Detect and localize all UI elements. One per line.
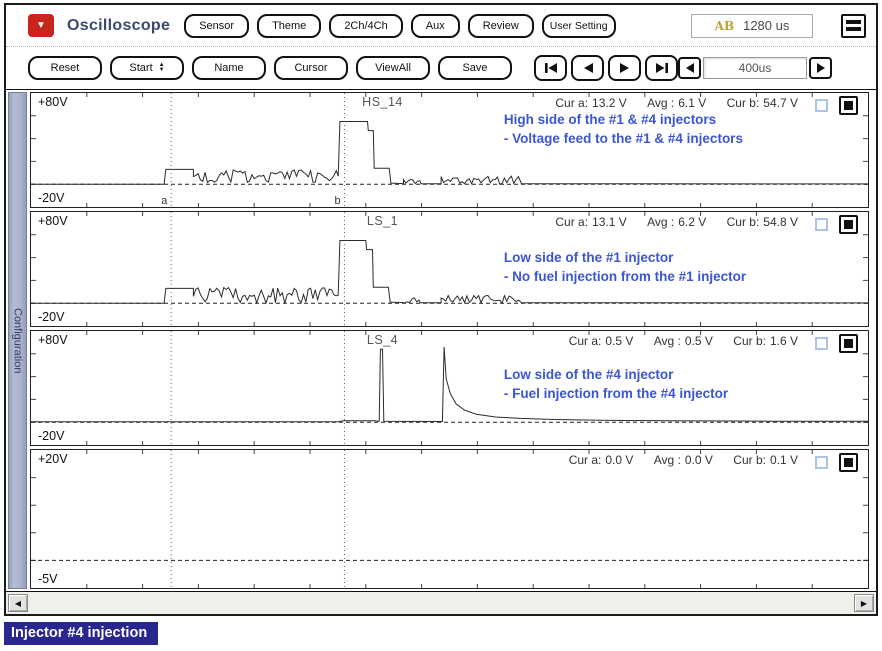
measurements: Cur a: 13.1 V Avg : 6.2 V Cur b:54.8 V: [555, 215, 798, 229]
channel-select-checkbox[interactable]: [815, 218, 828, 231]
voltage-max-label: +80V: [38, 214, 68, 228]
channel-panel-ls4: +80V -20V LS_4 Cur a:0.5 V Avg :0.5 V Cu…: [30, 330, 869, 446]
configuration-label: Configuration: [12, 308, 24, 373]
channel-select-checkbox[interactable]: [815, 337, 828, 350]
timebase-selector: 400us: [678, 57, 832, 79]
voltage-min-label: -20V: [38, 191, 64, 205]
save-button[interactable]: Save: [438, 56, 512, 80]
avg-value: 6.1 V: [678, 96, 706, 110]
svg-text:b: b: [334, 195, 340, 207]
cur-b-value: 0.1 V: [770, 453, 798, 467]
skip-to-start-button[interactable]: [534, 55, 567, 81]
cur-a-label: Cur a:: [569, 453, 602, 467]
media-controls: [534, 55, 678, 81]
channel-stack: a b +80V -20V HS_14 Cur a: 13.2 V Avg : 6.1…: [30, 92, 869, 589]
skip-to-end-button[interactable]: [645, 55, 678, 81]
avg-value: 0.5 V: [685, 334, 713, 348]
channel-panel-hs14: a b +80V -20V HS_14 Cur a: 13.2 V Avg : 6.1…: [30, 92, 869, 208]
cur-b-label: Cur b:: [733, 453, 766, 467]
app-logo-icon[interactable]: ▼: [28, 14, 54, 37]
aux-button[interactable]: Aux: [411, 14, 460, 38]
start-button[interactable]: Start ▲▼: [110, 56, 184, 80]
channel-select-checkbox[interactable]: [815, 456, 828, 469]
toolbar: Reset Start ▲▼ Name Cursor ViewAll Save: [6, 47, 876, 89]
voltage-min-label: -20V: [38, 429, 64, 443]
avg-label: Avg :: [654, 334, 681, 348]
channel-mode-button[interactable]: 2Ch/4Ch: [329, 14, 402, 38]
avg-label: Avg :: [654, 453, 681, 467]
diagnostic-annotation: Low side of the #1 injector - No fuel in…: [504, 248, 746, 286]
channel-select-checkbox[interactable]: [815, 99, 828, 112]
signal-name: HS_14: [362, 95, 403, 109]
voltage-min-label: -20V: [38, 310, 64, 324]
status-badge: Injector #4 injection: [4, 622, 158, 645]
cur-a-value: 0.0 V: [605, 453, 633, 467]
menu-icon[interactable]: [841, 14, 866, 38]
diagnostic-annotation: Low side of the #4 injector - Fuel injec…: [504, 365, 728, 403]
voltage-max-label: +80V: [38, 95, 68, 109]
timebase-value: 400us: [703, 57, 807, 79]
cur-a-label: Cur a:: [569, 334, 602, 348]
cursor-time-display: AB 1280 us: [691, 14, 813, 38]
step-back-button[interactable]: [571, 55, 604, 81]
ab-cursor-icon: AB: [715, 19, 734, 33]
cur-a-value: 13.2 V: [592, 96, 627, 110]
cur-b-value: 54.8 V: [763, 215, 798, 229]
horizontal-scrollbar[interactable]: ◀ ▶: [6, 592, 876, 614]
cursor-time-value: 1280 us: [743, 18, 789, 33]
channel-panel-4: +20V -5V Cur a:0.0 V Avg :0.0 V Cur b:0.…: [30, 449, 869, 589]
app-title: Oscilloscope: [67, 17, 170, 35]
voltage-min-label: -5V: [38, 572, 57, 586]
cur-b-label: Cur b:: [733, 334, 766, 348]
cur-b-value: 54.7 V: [763, 96, 798, 110]
measurements: Cur a:0.5 V Avg :0.5 V Cur b:1.6 V: [569, 334, 798, 348]
step-forward-button[interactable]: [608, 55, 641, 81]
avg-label: Avg :: [647, 96, 674, 110]
channel-enable-button[interactable]: [839, 453, 858, 472]
timebase-decrease-button[interactable]: [678, 57, 701, 79]
diagnostic-annotation: High side of the #1 & #4 injectors - Vol…: [504, 110, 743, 148]
svg-text:a: a: [161, 195, 168, 207]
voltage-max-label: +80V: [38, 333, 68, 347]
review-button[interactable]: Review: [468, 14, 534, 38]
oscilloscope-window: ▼ Oscilloscope Sensor Theme 2Ch/4Ch Aux …: [4, 3, 878, 616]
signal-name: LS_4: [367, 333, 398, 347]
avg-label: Avg :: [647, 215, 674, 229]
reset-button[interactable]: Reset: [28, 56, 102, 80]
name-button[interactable]: Name: [192, 56, 266, 80]
cur-a-value: 13.1 V: [592, 215, 627, 229]
avg-value: 0.0 V: [685, 453, 713, 467]
user-setting-button[interactable]: User Setting: [542, 14, 616, 38]
scope-area: Configuration a b +80V -20V HS_14 Cur a: 1…: [6, 89, 876, 592]
channel-panel-ls1: +80V -20V LS_1 Cur a: 13.1 V Avg : 6.2 V C…: [30, 211, 869, 327]
cur-a-label: Cur a:: [555, 96, 588, 110]
cursor-button[interactable]: Cursor: [274, 56, 348, 80]
header-bar: ▼ Oscilloscope Sensor Theme 2Ch/4Ch Aux …: [6, 5, 876, 47]
avg-value: 6.2 V: [678, 215, 706, 229]
scroll-left-button[interactable]: ◀: [8, 594, 28, 612]
cur-b-label: Cur b:: [727, 96, 760, 110]
signal-name: LS_1: [367, 214, 398, 228]
measurements: Cur a:0.0 V Avg :0.0 V Cur b:0.1 V: [569, 453, 798, 467]
cur-b-value: 1.6 V: [770, 334, 798, 348]
channel-enable-button[interactable]: [839, 334, 858, 353]
cur-b-label: Cur b:: [727, 215, 760, 229]
voltage-max-label: +20V: [38, 452, 68, 466]
measurements: Cur a: 13.2 V Avg : 6.1 V Cur b:54.7 V: [555, 96, 798, 110]
timebase-increase-button[interactable]: [809, 57, 832, 79]
waveform-plot: [31, 450, 868, 588]
cur-a-value: 0.5 V: [605, 334, 633, 348]
cur-a-label: Cur a:: [555, 215, 588, 229]
spinner-icon: ▲▼: [159, 63, 165, 73]
configuration-sidebar[interactable]: Configuration: [8, 92, 27, 589]
sensor-button[interactable]: Sensor: [184, 14, 249, 38]
start-button-label: Start: [129, 62, 152, 74]
viewall-button[interactable]: ViewAll: [356, 56, 430, 80]
channel-enable-button[interactable]: [839, 215, 858, 234]
waveform-plot: [31, 331, 868, 445]
scroll-right-button[interactable]: ▶: [854, 594, 874, 612]
theme-button[interactable]: Theme: [257, 14, 321, 38]
channel-enable-button[interactable]: [839, 96, 858, 115]
